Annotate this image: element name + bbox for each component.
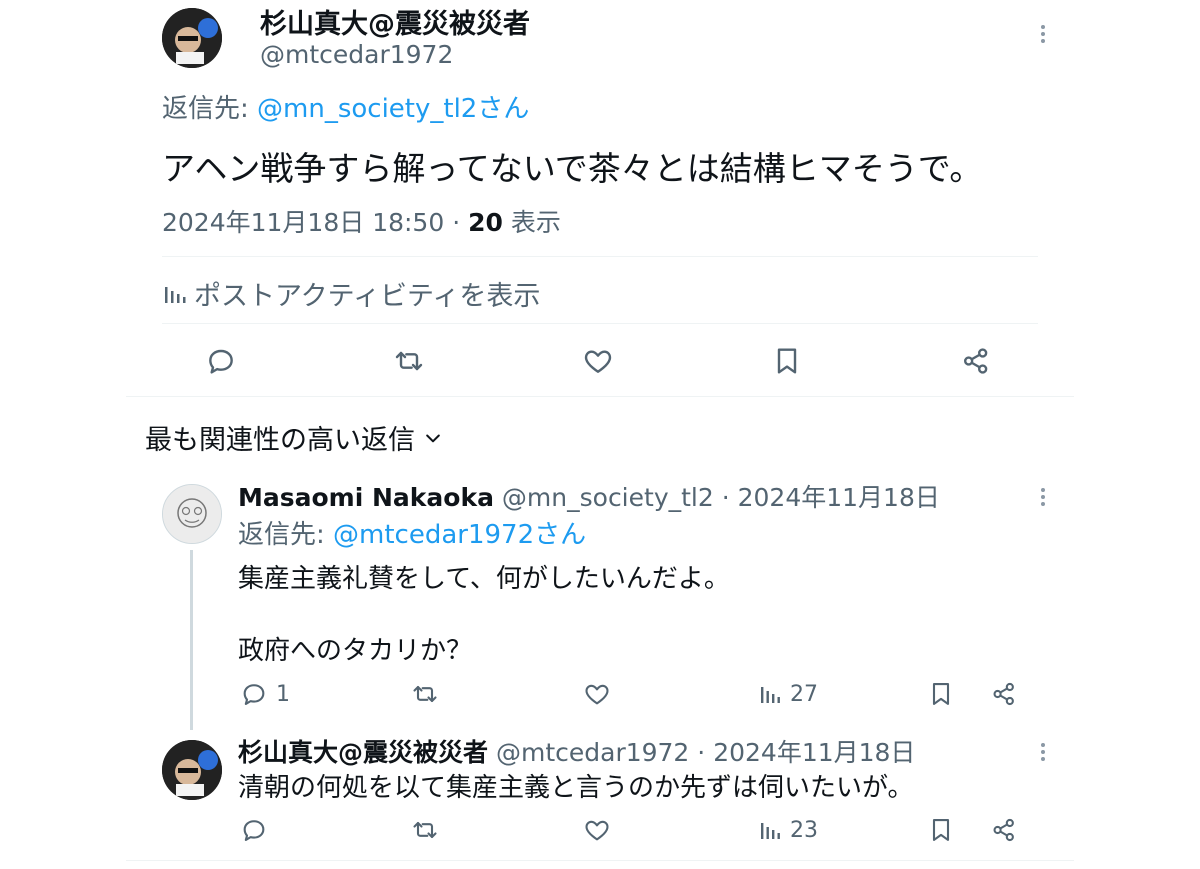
bookmark-button[interactable] <box>927 816 955 844</box>
bookmark-button[interactable] <box>927 680 955 708</box>
like-button[interactable] <box>582 345 614 377</box>
avatar[interactable] <box>162 740 222 800</box>
author-handle[interactable]: @mtcedar1972 <box>496 738 689 767</box>
reply-prefix: 返信先: <box>238 520 325 550</box>
author-name[interactable]: 杉山真大@震災被災者 <box>238 738 488 767</box>
more-options-icon[interactable] <box>1041 22 1047 46</box>
more-options-icon[interactable] <box>1041 740 1047 764</box>
share-button[interactable] <box>990 680 1018 708</box>
analytics-icon <box>162 282 186 306</box>
reply-date[interactable]: · 2024年11月18日 <box>697 738 915 767</box>
avatar[interactable] <box>162 484 222 544</box>
share-icon <box>990 680 1018 708</box>
share-icon <box>990 816 1018 844</box>
divider <box>162 323 1038 324</box>
tweet-text: アヘン戦争すら解ってないで茶々とは結構ヒマそうで。 <box>162 149 983 188</box>
reply-button[interactable]: 1 <box>240 680 290 708</box>
share-button[interactable] <box>960 345 992 377</box>
post-activity-link[interactable]: ポストアクティビティを表示 <box>162 274 540 313</box>
reply-to-link[interactable]: @mn_society_tl2さん <box>257 94 529 124</box>
views-button[interactable]: 27 <box>758 680 818 708</box>
divider <box>126 860 1074 861</box>
author-name[interactable]: Masaomi Nakaoka <box>238 483 494 512</box>
bookmark-icon <box>927 816 955 844</box>
reply-icon <box>240 680 268 708</box>
divider <box>162 256 1038 257</box>
reply-icon <box>240 816 268 844</box>
reply-context: 返信先: @mtcedar1972さん <box>238 514 586 551</box>
meta-separator: · <box>452 208 461 237</box>
chevron-down-icon <box>423 428 443 448</box>
sort-label: 最も関連性の高い返信 <box>145 425 415 456</box>
reply-date[interactable]: · 2024年11月18日 <box>722 483 940 512</box>
reply-button[interactable] <box>240 816 268 844</box>
heart-icon <box>583 816 611 844</box>
share-icon <box>960 345 992 377</box>
author-name[interactable]: 杉山真大@震災被災者 <box>260 2 530 41</box>
avatar-image <box>162 8 222 68</box>
views-label: 表示 <box>510 208 561 237</box>
reply-text-line: 集産主義礼賛をして、何がしたいんだよ。 <box>238 564 730 594</box>
more-options-icon[interactable] <box>1041 485 1047 509</box>
repost-icon <box>411 680 439 708</box>
bookmark-button[interactable] <box>771 345 803 377</box>
post-activity-label: ポストアクティビティを表示 <box>194 281 541 312</box>
reply-icon <box>205 345 237 377</box>
repost-icon <box>411 816 439 844</box>
timestamp-link[interactable]: 2024年11月18日 18:50 <box>162 208 444 237</box>
thread-line <box>190 550 193 730</box>
avatar-image <box>162 740 222 800</box>
views-count: 27 <box>790 681 818 707</box>
reply-button[interactable] <box>205 345 237 377</box>
reply-header: 杉山真大@震災被災者 @mtcedar1972 · 2024年11月18日 <box>238 733 915 769</box>
views-count: 20 <box>468 208 503 237</box>
repost-button[interactable] <box>411 816 439 844</box>
views-button[interactable]: 23 <box>758 816 818 844</box>
tweet-meta: 2024年11月18日 18:50 · 20 表示 <box>162 203 561 239</box>
reply-count: 1 <box>276 681 290 707</box>
repost-button[interactable] <box>393 345 425 377</box>
heart-icon <box>583 680 611 708</box>
analytics-icon <box>758 816 782 844</box>
divider <box>126 396 1074 397</box>
avatar[interactable] <box>162 8 222 68</box>
avatar-image <box>163 485 221 543</box>
bookmark-icon <box>927 680 955 708</box>
share-button[interactable] <box>990 816 1018 844</box>
reply-header: Masaomi Nakaoka @mn_society_tl2 · 2024年1… <box>238 478 940 514</box>
reply-text-line: 清朝の何処を以て集産主義と言うのか先ずは伺いたいが。 <box>238 773 914 803</box>
reply-prefix: 返信先: <box>162 94 249 124</box>
like-button[interactable] <box>583 680 611 708</box>
reply-context: 返信先: @mn_society_tl2さん <box>162 88 529 125</box>
like-button[interactable] <box>583 816 611 844</box>
reply-text-line: 政府へのタカリか？ <box>238 636 473 666</box>
author-handle[interactable]: @mtcedar1972 <box>260 40 453 69</box>
repost-button[interactable] <box>411 680 439 708</box>
repost-icon <box>393 345 425 377</box>
analytics-icon <box>758 680 782 708</box>
heart-icon <box>582 345 614 377</box>
author-handle[interactable]: @mn_society_tl2 <box>502 483 714 512</box>
reply-to-link[interactable]: @mtcedar1972さん <box>333 520 586 550</box>
sort-dropdown[interactable]: 最も関連性の高い返信 <box>145 418 443 457</box>
views-count: 23 <box>790 817 818 843</box>
bookmark-icon <box>771 345 803 377</box>
